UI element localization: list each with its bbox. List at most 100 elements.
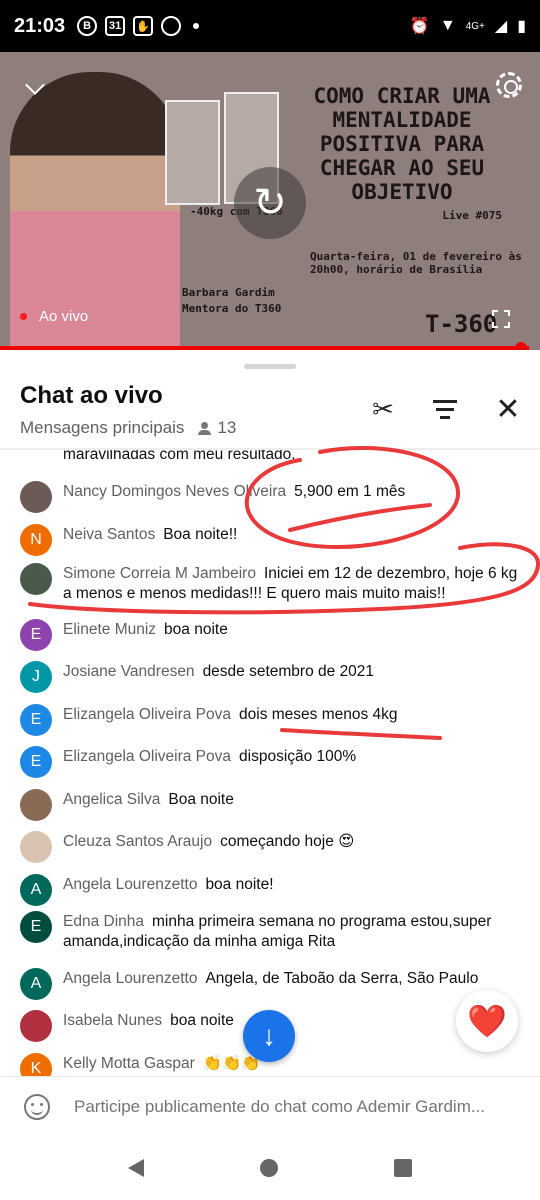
avatar[interactable] xyxy=(20,1010,52,1042)
before-photo xyxy=(165,100,220,205)
author-name: Nancy Domingos Neves Oliveira xyxy=(63,483,287,500)
arrow-down-icon[interactable]: ↓ xyxy=(243,1010,295,1062)
chat-message[interactable]: A Angela Lourenzetto Angela, de Taboão da… xyxy=(20,968,520,1000)
notification-b-icon: B xyxy=(77,16,98,36)
signal-icon: ◢ xyxy=(494,18,508,35)
author-name: Cleuza Santos Araujo xyxy=(63,833,213,850)
wifi-icon: ▼ xyxy=(439,17,456,34)
avatar[interactable]: E xyxy=(20,619,52,651)
author-name: Angela Lourenzetto xyxy=(63,970,198,987)
message-text: 5,900 em 1 mês xyxy=(294,483,406,500)
chat-message[interactable]: E Edna Dinha minha primeira semana no pro… xyxy=(20,911,520,952)
avatar[interactable]: E xyxy=(20,704,52,736)
chat-message[interactable]: J Josiane Vandresen desde setembro de 202… xyxy=(20,661,520,693)
live-label: Ao vivo xyxy=(39,308,89,325)
progress-bar[interactable] xyxy=(0,342,530,350)
recents-icon[interactable] xyxy=(394,1159,412,1177)
author-name: Elinete Muniz xyxy=(63,621,157,638)
message-text: boa noite xyxy=(170,1012,234,1029)
avatar[interactable]: E xyxy=(20,911,52,943)
alarm-icon: ⏰ xyxy=(409,18,430,35)
presenter-role: Mentora do T360 xyxy=(182,302,282,315)
chat-title: Chat ao vivo xyxy=(20,382,163,409)
chat-subtitle: Mensagens principais xyxy=(20,418,185,437)
author-name: Isabela Nunes xyxy=(63,1012,163,1029)
brand-logo: T-360 xyxy=(425,310,498,338)
network-label: 4G+ xyxy=(465,20,485,32)
avatar[interactable] xyxy=(20,789,52,821)
chat-message[interactable]: Nancy Domingos Neves Oliveira 5,900 em 1 … xyxy=(20,481,520,513)
status-time: 21:03 xyxy=(14,14,66,37)
avatar[interactable] xyxy=(20,563,52,595)
avatar[interactable]: J xyxy=(20,661,52,693)
live-dot-icon xyxy=(20,313,27,320)
status-right: ⏰ ▼ 4G+ ◢ ▮ xyxy=(410,16,526,36)
chat-message[interactable]: N Neiva Santos Boa noite!! xyxy=(20,524,520,556)
app-icon xyxy=(161,16,182,36)
avatar[interactable]: K xyxy=(20,1053,52,1076)
video-player[interactable]: -40kg com T360 COMO CRIAR UMA MENTALIDAD… xyxy=(0,52,540,350)
progress-knob[interactable] xyxy=(515,342,528,350)
author-name: Angelica Silva xyxy=(63,791,161,808)
message-text: Boa noite!! xyxy=(163,526,238,543)
chat-message[interactable]: Cleuza Santos Araujo começando hoje 😍 xyxy=(20,831,520,863)
emoji-icon[interactable] xyxy=(24,1093,50,1120)
author-name: Elizangela Oliveira Pova xyxy=(63,706,232,723)
status-bar: 21:03 B 31 ✋ ⏰ ▼ 4G+ ◢ ▮ xyxy=(0,0,540,52)
message-text: boa noite! xyxy=(205,876,274,893)
message-text: Boa noite xyxy=(168,791,234,808)
author-name: Angela Lourenzetto xyxy=(63,876,198,893)
more-notifications-icon xyxy=(193,23,200,29)
partial-message: maravilhadas com meu resultado. xyxy=(63,450,296,463)
chat-message[interactable]: Angelica Silva Boa noite xyxy=(20,789,520,821)
author-name: Kelly Motta Gaspar xyxy=(63,1055,195,1072)
avatar[interactable] xyxy=(20,481,52,513)
video-title: COMO CRIAR UMA MENTALIDADE POSITIVA PARA… xyxy=(313,84,491,204)
live-badge[interactable]: Ao vivo xyxy=(20,308,88,325)
gear-icon[interactable] xyxy=(496,72,522,98)
avatar[interactable]: A xyxy=(20,968,52,1000)
system-nav-bar xyxy=(0,1136,540,1200)
presenter-name: Barbara Gardim xyxy=(182,286,275,299)
chat-input[interactable]: Participe publicamente do chat como Adem… xyxy=(74,1097,524,1117)
message-text: Angela, de Taboão da Serra, São Paulo xyxy=(205,970,479,987)
chat-panel: Chat ao vivo Mensagens principais 13 ✂ ✕… xyxy=(0,352,540,1200)
message-text: desde setembro de 2021 xyxy=(202,663,375,680)
back-icon[interactable] xyxy=(128,1159,144,1177)
live-number: Live #075 xyxy=(442,209,502,222)
home-icon[interactable] xyxy=(260,1159,278,1177)
author-name: Josiane Vandresen xyxy=(63,663,195,680)
chat-message[interactable]: E Elinete Muniz boa noite xyxy=(20,619,520,651)
heart-icon[interactable]: ❤️ xyxy=(456,990,518,1052)
author-name: Elizangela Oliveira Pova xyxy=(63,748,232,765)
message-text: boa noite xyxy=(164,621,228,638)
chat-mode-selector[interactable]: Mensagens principais 13 xyxy=(20,418,236,438)
avatar[interactable]: N xyxy=(20,524,52,556)
avatar[interactable] xyxy=(20,831,52,863)
chat-message[interactable]: Simone Correia M Jambeiro Iniciei em 12 d… xyxy=(20,563,520,604)
battery-icon: ▮ xyxy=(517,18,526,35)
message-text: começando hoje 😍 xyxy=(220,833,355,850)
person-icon xyxy=(198,421,212,435)
schedule: Quarta-feira, 01 de fevereiro às 20h00, … xyxy=(310,250,522,276)
message-text: dois meses menos 4kg xyxy=(239,706,398,723)
replay-icon[interactable]: ↻ xyxy=(234,167,306,239)
avatar[interactable]: E xyxy=(20,746,52,778)
close-icon[interactable]: ✕ xyxy=(493,393,523,426)
clip-icon[interactable]: ✂ xyxy=(368,394,398,424)
author-name: Simone Correia M Jambeiro xyxy=(63,565,256,582)
chat-message[interactable]: E Elizangela Oliveira Pova disposição 100… xyxy=(20,746,520,778)
filter-icon[interactable] xyxy=(430,394,460,424)
author-name: Edna Dinha xyxy=(63,913,145,930)
fullscreen-icon[interactable] xyxy=(492,310,510,328)
avatar[interactable]: A xyxy=(20,874,52,906)
drag-handle[interactable] xyxy=(244,364,296,369)
chat-input-bar[interactable]: Participe publicamente do chat como Adem… xyxy=(0,1076,540,1136)
calendar-icon: 31 xyxy=(105,16,126,36)
chat-message[interactable]: A Angela Lourenzetto boa noite! xyxy=(20,874,520,906)
message-text: disposição 100% xyxy=(239,748,357,765)
viewer-count: 13 xyxy=(217,418,237,437)
chat-message[interactable]: E Elizangela Oliveira Pova dois meses men… xyxy=(20,704,520,736)
message-text: 👏👏👏 xyxy=(202,1055,261,1072)
message-list[interactable]: maravilhadas com meu resultado. Nancy Do… xyxy=(0,450,540,1076)
